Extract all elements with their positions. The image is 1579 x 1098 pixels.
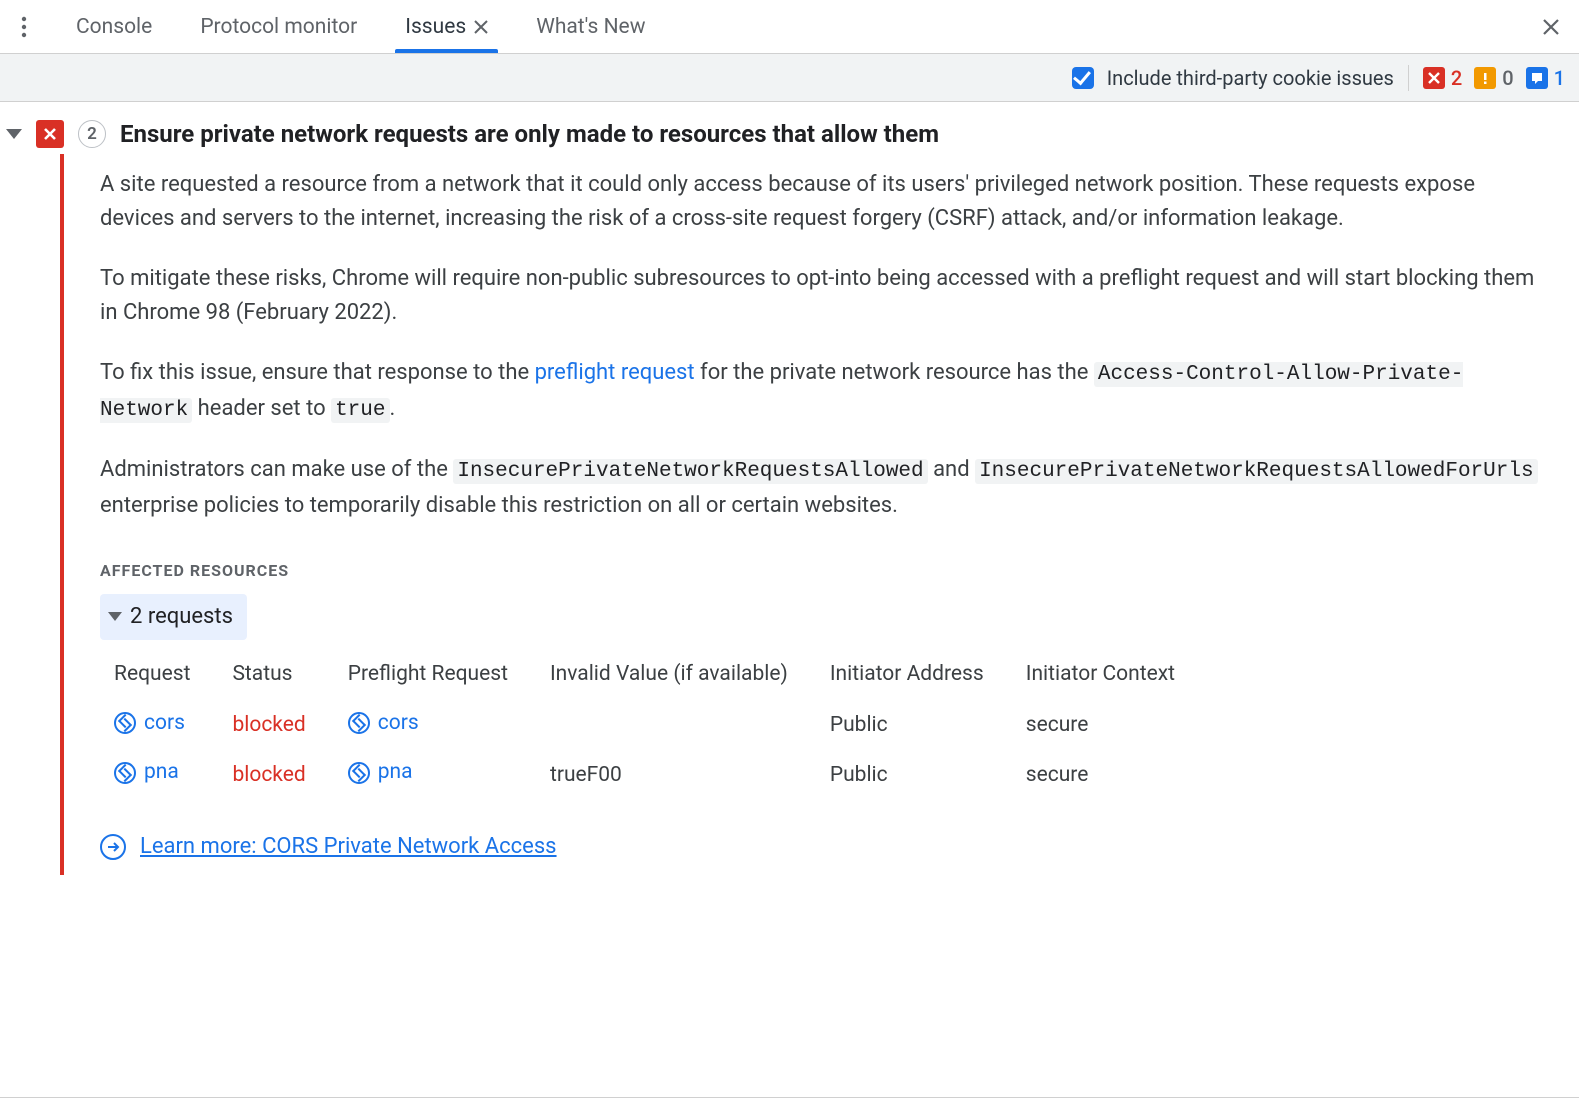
invalid-value: trueF00 bbox=[536, 750, 816, 800]
issues-content[interactable]: 2 Ensure private network requests are on… bbox=[0, 102, 1579, 1098]
table-row: cors blocked cors Public secure bbox=[100, 701, 1203, 751]
col-initiator-ctx: Initiator Context bbox=[1012, 648, 1203, 701]
tab-label: What's New bbox=[536, 15, 645, 39]
issue-header[interactable]: 2 Ensure private network requests are on… bbox=[6, 120, 1569, 148]
network-icon bbox=[348, 762, 370, 784]
tab-label: Issues bbox=[405, 15, 466, 39]
request-link[interactable]: cors bbox=[114, 707, 185, 740]
chevron-down-icon[interactable] bbox=[6, 129, 22, 139]
error-count-value: 2 bbox=[1451, 66, 1462, 90]
col-status: Status bbox=[218, 648, 333, 701]
issues-toolbar: Include third-party cookie issues 2 0 1 bbox=[0, 54, 1579, 102]
col-request: Request bbox=[100, 648, 218, 701]
tab-issues[interactable]: Issues bbox=[381, 0, 512, 53]
info-count-value: 1 bbox=[1554, 66, 1565, 90]
devtools-tabbar: Console Protocol monitor Issues What's N… bbox=[0, 0, 1579, 54]
info-count[interactable]: 1 bbox=[1526, 66, 1565, 90]
col-preflight: Preflight Request bbox=[334, 648, 536, 701]
tabs: Console Protocol monitor Issues What's N… bbox=[52, 0, 669, 53]
third-party-cookie-label: Include third-party cookie issues bbox=[1107, 66, 1394, 90]
network-icon bbox=[114, 762, 136, 784]
network-icon bbox=[114, 712, 136, 734]
request-link[interactable]: pna bbox=[114, 756, 179, 789]
issue-item: 2 Ensure private network requests are on… bbox=[0, 102, 1579, 905]
error-icon bbox=[36, 120, 64, 148]
col-invalid-value: Invalid Value (if available) bbox=[536, 648, 816, 701]
col-initiator-addr: Initiator Address bbox=[816, 648, 1012, 701]
status-value: blocked bbox=[232, 763, 305, 787]
error-icon bbox=[1423, 67, 1445, 89]
learn-more-link[interactable]: Learn more: CORS Private Network Access bbox=[100, 830, 557, 864]
issue-description-p2: To mitigate these risks, Chrome will req… bbox=[100, 262, 1549, 330]
initiator-context: secure bbox=[1012, 701, 1203, 751]
issue-body: A site requested a resource from a netwo… bbox=[60, 154, 1569, 875]
warning-count[interactable]: 0 bbox=[1474, 66, 1513, 90]
requests-expander[interactable]: 2 requests bbox=[100, 594, 247, 640]
invalid-value bbox=[536, 701, 816, 751]
chevron-down-icon bbox=[108, 612, 122, 621]
separator bbox=[1408, 65, 1409, 91]
tab-label: Console bbox=[76, 15, 152, 39]
warning-icon bbox=[1474, 67, 1496, 89]
close-panel-button[interactable] bbox=[1533, 9, 1569, 45]
close-icon[interactable] bbox=[474, 20, 488, 34]
policy-code: InsecurePrivateNetworkRequestsAllowedFor… bbox=[975, 459, 1538, 484]
tab-whats-new[interactable]: What's New bbox=[512, 0, 669, 53]
header-value-code: true bbox=[331, 398, 389, 423]
tab-console[interactable]: Console bbox=[52, 0, 176, 53]
arrow-right-icon bbox=[100, 834, 126, 860]
issue-description-p1: A site requested a resource from a netwo… bbox=[100, 168, 1549, 236]
preflight-request-link[interactable]: preflight request bbox=[535, 360, 695, 385]
third-party-cookie-checkbox[interactable] bbox=[1072, 67, 1094, 89]
more-tabs-button[interactable] bbox=[6, 9, 42, 45]
info-icon bbox=[1526, 67, 1548, 89]
preflight-link[interactable]: cors bbox=[348, 707, 419, 740]
table-header-row: Request Status Preflight Request Invalid… bbox=[100, 648, 1203, 701]
tab-label: Protocol monitor bbox=[200, 15, 357, 39]
learn-more-label: Learn more: CORS Private Network Access bbox=[140, 830, 557, 864]
issue-counts: 2 0 1 bbox=[1423, 66, 1565, 90]
issue-title: Ensure private network requests are only… bbox=[120, 120, 939, 148]
tab-protocol-monitor[interactable]: Protocol monitor bbox=[176, 0, 381, 53]
initiator-context: secure bbox=[1012, 750, 1203, 800]
initiator-address: Public bbox=[816, 701, 1012, 751]
initiator-address: Public bbox=[816, 750, 1012, 800]
table-row: pna blocked pna trueF00 Public secure bbox=[100, 750, 1203, 800]
affected-resources-label: AFFECTED RESOURCES bbox=[100, 559, 1549, 584]
warning-count-value: 0 bbox=[1502, 66, 1513, 90]
preflight-link[interactable]: pna bbox=[348, 756, 413, 789]
issue-description-p3: To fix this issue, ensure that response … bbox=[100, 356, 1549, 427]
issue-description-p4: Administrators can make use of the Insec… bbox=[100, 453, 1549, 523]
requests-summary-label: 2 requests bbox=[130, 600, 233, 634]
affected-requests-table: Request Status Preflight Request Invalid… bbox=[100, 648, 1203, 800]
third-party-cookie-toggle[interactable]: Include third-party cookie issues bbox=[1068, 64, 1394, 92]
status-value: blocked bbox=[232, 713, 305, 737]
error-count[interactable]: 2 bbox=[1423, 66, 1462, 90]
policy-code: InsecurePrivateNetworkRequestsAllowed bbox=[453, 459, 927, 484]
network-icon bbox=[348, 712, 370, 734]
issue-occurrence-count: 2 bbox=[78, 120, 106, 148]
